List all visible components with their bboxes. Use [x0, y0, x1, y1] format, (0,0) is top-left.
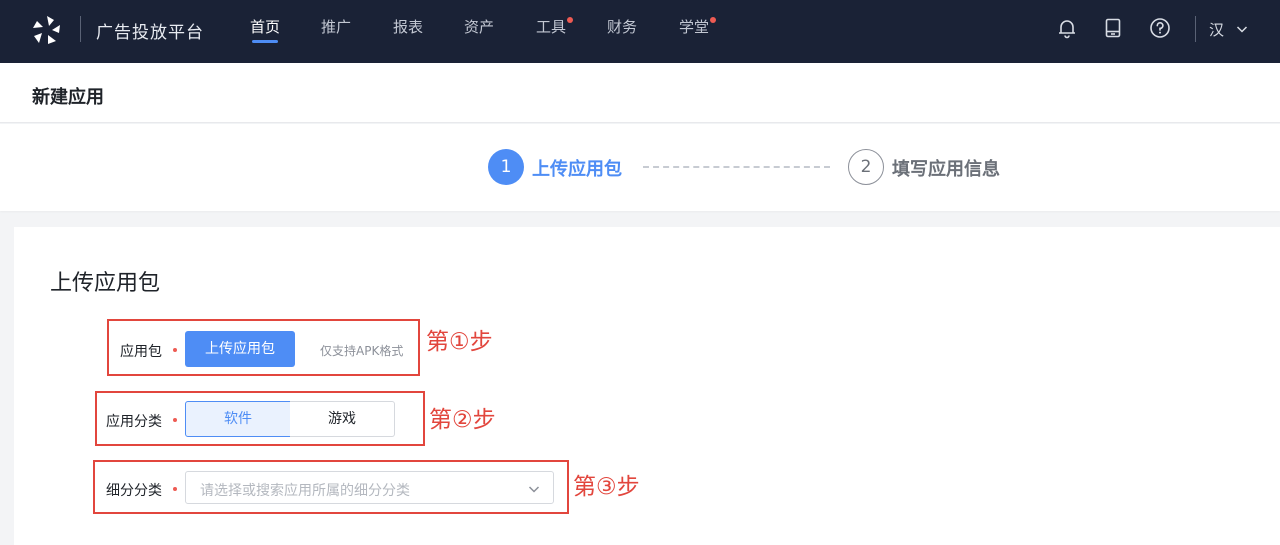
category-option-software[interactable]: 软件: [185, 401, 291, 437]
required-marker: [173, 348, 177, 352]
nav-item-tools[interactable]: 工具: [536, 16, 574, 37]
active-tab-indicator: [252, 40, 278, 43]
chevron-down-icon[interactable]: [1235, 22, 1249, 36]
top-nav-bar: 广告投放平台 首页 推广 报表 资产 工具 财务 学堂 汉: [0, 0, 1280, 63]
nav-item-home[interactable]: 首页: [250, 16, 281, 43]
category-field-label: 应用分类: [106, 414, 162, 430]
upload-package-button[interactable]: 上传应用包: [185, 331, 295, 367]
toolbar-divider: [1195, 16, 1196, 42]
brand-name: 广告投放平台: [96, 23, 204, 43]
nav-item-promotion[interactable]: 推广: [321, 16, 351, 37]
subcategory-field-label: 细分分类: [106, 483, 162, 499]
notification-dot: [710, 17, 717, 23]
nav-item-label: 工具: [536, 18, 567, 36]
nav-item-label: 学堂: [679, 18, 710, 36]
steps-bar: 1 上传应用包 2 填写应用信息: [0, 124, 1280, 211]
annotation-step-1: 第①步: [426, 329, 493, 355]
annotation-step-3: 第③步: [573, 474, 640, 500]
required-marker: [173, 487, 177, 491]
step-1-label: 上传应用包: [532, 159, 622, 180]
pinwheel-logo-icon[interactable]: [29, 12, 65, 48]
package-field-label: 应用包: [120, 344, 162, 360]
required-marker: [173, 418, 177, 422]
nav-item-label: 推广: [321, 18, 352, 36]
tablet-icon[interactable]: [1102, 17, 1124, 39]
annotation-step-2: 第②步: [429, 407, 496, 433]
nav-item-assets[interactable]: 资产: [464, 16, 494, 37]
section-title: 上传应用包: [50, 271, 161, 296]
nav-item-label: 首页: [250, 18, 281, 36]
notification-dot: [567, 17, 574, 23]
page-header: 新建应用: [0, 63, 1280, 123]
nav-item-finance[interactable]: 财务: [607, 16, 637, 37]
step-2-number: 2: [848, 149, 884, 185]
subcategory-select[interactable]: 请选择或搜索应用所属的细分分类: [185, 471, 554, 504]
step-connector: [643, 166, 830, 168]
category-option-game[interactable]: 游戏: [290, 401, 395, 437]
nav-item-label: 资产: [464, 18, 495, 36]
chevron-down-icon: [528, 486, 540, 493]
nav-item-reports[interactable]: 报表: [393, 16, 423, 37]
brand-divider: [80, 16, 81, 42]
nav-item-label: 报表: [393, 18, 424, 36]
package-format-hint: 仅支持APK格式: [320, 344, 404, 358]
upload-form-card: 上传应用包 第①步 应用包 上传应用包 仅支持APK格式 第②步 应用分类 软件…: [14, 227, 1280, 545]
step-2-label: 填写应用信息: [892, 159, 1000, 180]
subcategory-placeholder: 请选择或搜索应用所属的细分分类: [200, 483, 410, 499]
bell-icon[interactable]: [1056, 17, 1078, 39]
page-title: 新建应用: [32, 87, 104, 108]
step-1-number: 1: [488, 149, 524, 185]
help-circle-icon[interactable]: [1149, 17, 1171, 39]
nav-item-label: 财务: [607, 18, 638, 36]
language-switcher[interactable]: 汉: [1209, 19, 1224, 40]
nav-item-academy[interactable]: 学堂: [679, 16, 717, 37]
